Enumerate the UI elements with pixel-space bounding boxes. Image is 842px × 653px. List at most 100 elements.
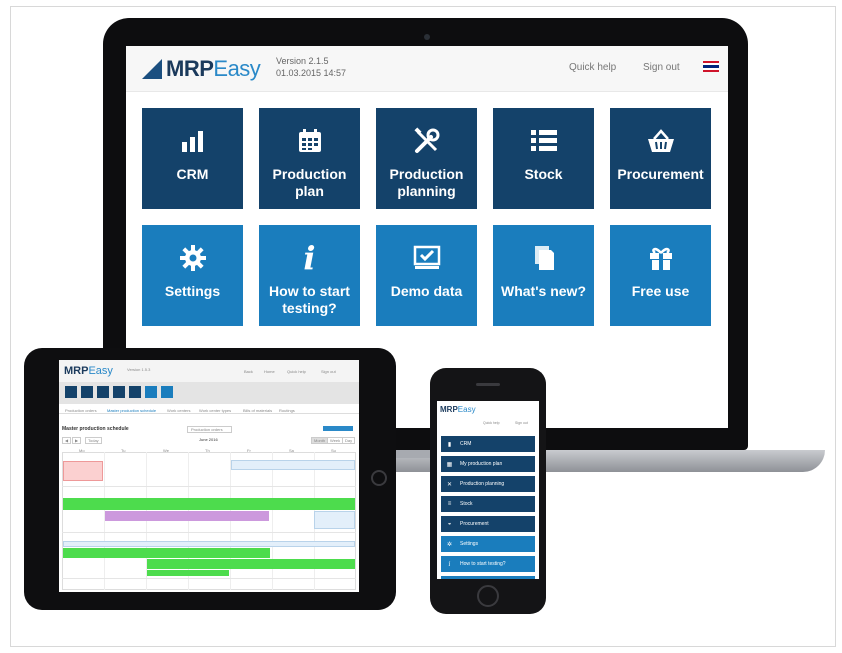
calendar-event[interactable] [314,511,355,529]
tablet-screen: MRPEasy Version 1.5.3 Back Home Quick he… [59,360,359,592]
tablet-view-month[interactable]: Month [311,437,329,444]
menu-label: Production planning [460,481,505,487]
sign-out-link[interactable]: Sign out [643,62,680,73]
phone-screen: MRPEasy Quick help Sign out ▮ CRM ▦ My pro… [437,401,539,579]
phone-menu-procurement[interactable]: ◒ Procurement [441,516,535,532]
phone-menu-production-planning[interactable]: ✕ Production planning [441,476,535,492]
calendar-event[interactable] [147,570,229,576]
tile-label: Demo data [390,283,463,299]
tile-label: What's new? [501,283,586,299]
tablet-view-week[interactable]: Week [327,437,344,444]
gear-icon [179,243,207,273]
tablet-version: Version 1.5.3 [127,367,151,372]
tile-settings[interactable]: Settings [142,225,243,326]
tablet-today-button[interactable]: Today [85,437,102,444]
tile-procurement[interactable]: Procurement [610,108,711,209]
toolbar-plan-icon[interactable] [81,386,93,398]
tab-work-center-types[interactable]: Work center types [199,408,231,413]
phone-menu-settings[interactable]: ✲ Settings [441,536,535,552]
tablet-prev-button[interactable]: ◀ [62,437,72,444]
cal-row-line [62,486,356,487]
tile-crm[interactable]: CRM [142,108,243,209]
tile-how-to-start[interactable]: i How to start testing? [259,225,360,326]
phone-menu-how-to-start[interactable]: i How to start testing? [441,556,535,572]
tablet-next-button[interactable]: ▶ [72,437,82,444]
tablet-link-sign-out[interactable]: Sign out [321,369,336,374]
tile-label: Settings [164,283,221,299]
quick-help-link[interactable]: Quick help [569,62,616,73]
tab-bom[interactable]: Bills of materials [243,408,272,413]
tablet-blue-button[interactable] [323,426,353,431]
phone-logo-mrp: MRP [440,405,458,414]
tab-routings[interactable]: Routings [279,408,295,413]
gift-icon [647,243,675,273]
tablet-filter-select[interactable]: Production orders [187,426,232,433]
weekday-th: Th [205,448,210,453]
tile-stock[interactable]: Stock [493,108,594,209]
tab-production-orders[interactable]: Production orders [65,408,97,413]
toolbar-settings-icon[interactable] [145,386,157,398]
phone-speaker [476,383,500,386]
toolbar-crm-icon[interactable] [65,386,77,398]
calendar-event[interactable] [147,559,355,569]
calendar-event[interactable] [63,548,270,558]
tile-free-use[interactable]: Free use [610,225,711,326]
phone-logo[interactable]: MRPEasy [440,405,476,414]
logo[interactable]: MRPEasy [142,56,261,82]
calendar-icon: ▦ [446,461,453,468]
tab-work-centers[interactable]: Work centers [167,408,191,413]
tile-label: Procurement [617,166,704,182]
uk-flag-icon[interactable] [703,61,719,72]
calendar-event[interactable] [63,498,355,510]
tablet-logo[interactable]: MRPEasy [64,365,113,377]
calendar-event[interactable] [105,511,269,521]
phone-quick-help[interactable]: Quick help [483,421,500,425]
tile-whats-new[interactable]: What's new? [493,225,594,326]
basket-icon [646,126,676,156]
tablet-link-home[interactable]: Home [264,369,275,374]
phone-menu-partial[interactable] [441,576,535,579]
calendar-event[interactable] [231,460,355,470]
logo-mark-icon [142,59,162,79]
tablet-link-quick-help[interactable]: Quick help [287,369,306,374]
toolbar-info-icon[interactable] [161,386,173,398]
phone-logo-easy: Easy [457,405,476,414]
menu-label: How to start testing? [460,561,506,567]
tile-production-planning[interactable]: Production planning [376,108,477,209]
phone-menu-production-plan[interactable]: ▦ My production plan [441,456,535,472]
menu-label: Procurement [460,521,489,527]
toolbar-planning-icon[interactable] [97,386,109,398]
tile-demo-data[interactable]: Demo data [376,225,477,326]
tablet-page-title: Master production schedule [62,426,129,432]
bar-chart-icon: ▮ [447,441,452,448]
tab-master-schedule[interactable]: Master production schedule [107,408,156,413]
basket-icon: ◒ [447,521,452,527]
info-icon: i [448,560,451,568]
tablet-view-day[interactable]: Day [342,437,356,444]
tile-label: Production planning [389,166,464,199]
menu-label: CRM [460,441,472,447]
tablet-logo-mrp: MRP [64,365,89,377]
phone-sign-out[interactable]: Sign out [515,421,528,425]
tablet-link-back[interactable]: Back [244,369,253,374]
app-header: MRPEasy Version 2.1.5 01.03.2015 14:57 Q… [126,46,728,92]
tile-production-plan[interactable]: Production plan [259,108,360,209]
phone-menu-stock[interactable]: ≡ Stock [441,496,535,512]
menu-label: Settings [460,541,479,547]
phone-menu-crm[interactable]: ▮ CRM [441,436,535,452]
weekday-we: We [163,448,169,453]
cal-col-line [272,452,273,590]
tile-label: Production plan [272,166,347,199]
cal-col-line [104,452,105,590]
laptop-camera [424,34,430,40]
tools-icon [413,126,441,156]
calendar-event[interactable] [63,461,103,481]
weekday-sa: Sa [289,448,294,453]
toolbar-stock-icon[interactable] [113,386,125,398]
toolbar-procurement-icon[interactable] [129,386,141,398]
tablet-home-button [371,470,387,486]
tablet-month-label: June 2016 [199,437,218,442]
calendar-event[interactable] [63,541,355,547]
list-icon [530,126,558,156]
checkbox-screen-icon [413,243,441,273]
